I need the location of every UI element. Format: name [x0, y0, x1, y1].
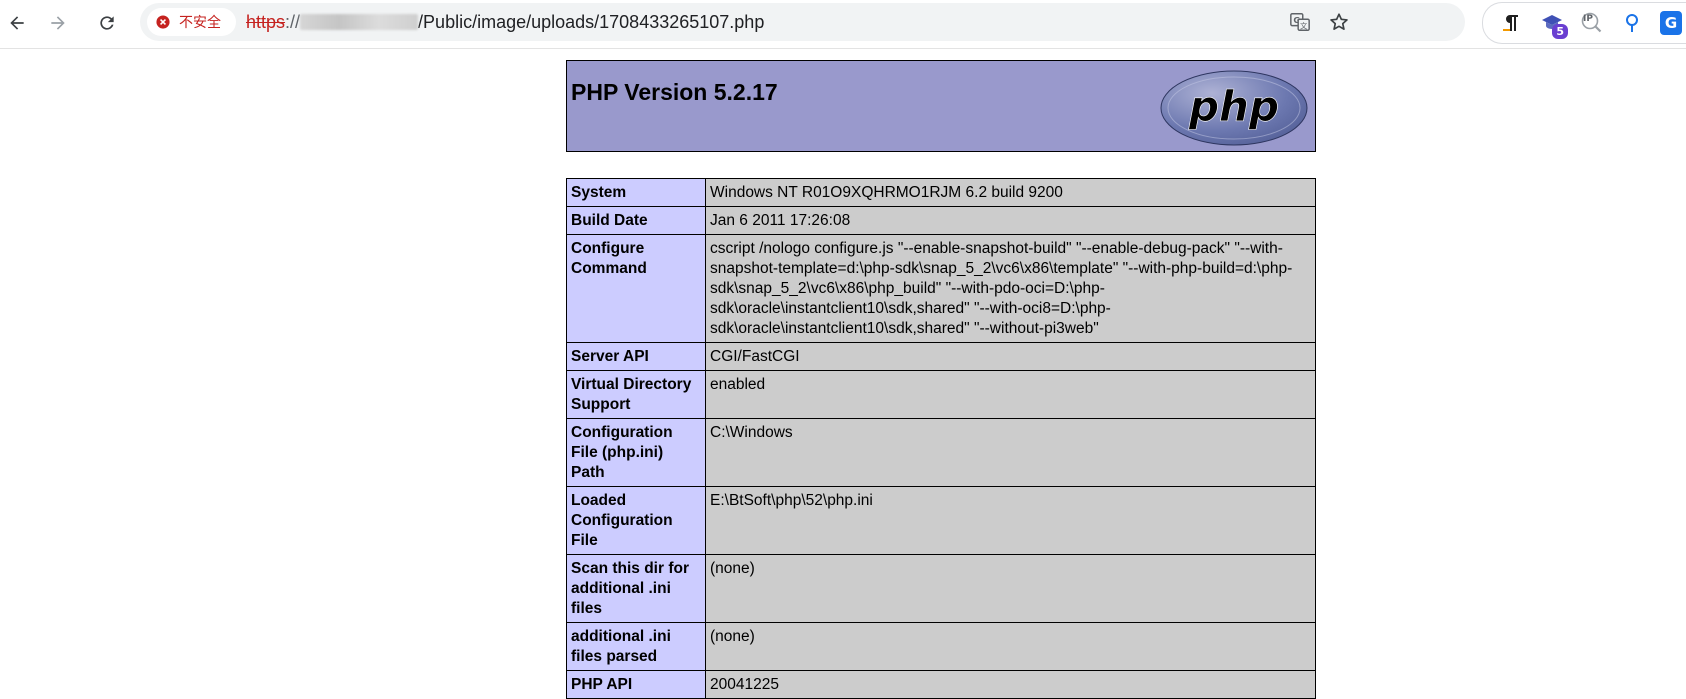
forward-arrow-icon — [51, 16, 65, 30]
row-value: E:\BtSoft\php\52\php.ini — [705, 486, 1316, 555]
address-bar[interactable]: 不安全 https:// /Public/image/uploads/170843… — [140, 3, 1465, 41]
row-key: System — [566, 178, 706, 207]
google-extension-icon[interactable]: G — [1660, 11, 1682, 35]
ip-lookup-extension-icon[interactable]: IP — [1580, 11, 1604, 35]
table-row: System Windows NT R01O9XQHRMO1RJM 6.2 bui… — [566, 178, 1316, 207]
row-value: 20041225 — [705, 670, 1316, 699]
table-row: Scan this dir for additional .ini files(… — [566, 554, 1316, 623]
reload-button[interactable] — [92, 8, 122, 38]
table-row: Configure Command cscript /nologo configu… — [566, 234, 1316, 343]
reload-icon — [100, 16, 114, 30]
google-extension-label: G — [1664, 14, 1678, 32]
table-row: Virtual Directory Support enabled — [566, 370, 1316, 419]
phpinfo-page: PHP Version 5.2.17 php System Windows NT … — [566, 60, 1316, 699]
row-key: Configure Command — [566, 234, 706, 343]
php-version-header: PHP Version 5.2.17 php — [566, 60, 1316, 152]
row-value: CGI/FastCGI — [705, 342, 1316, 371]
table-row: Loaded Configuration File E:\BtSoft\php\5… — [566, 486, 1316, 555]
security-label: 不安全 — [179, 15, 221, 31]
row-key: Server API — [566, 342, 706, 371]
browser-toolbar: 不安全 https:// /Public/image/uploads/170843… — [0, 0, 1686, 49]
url-host-redacted — [300, 14, 419, 30]
table-row: Server API CGI/FastCGI — [566, 342, 1316, 371]
page-title: PHP Version 5.2.17 — [571, 79, 778, 105]
php-logo[interactable]: php — [1159, 69, 1309, 147]
forward-button[interactable] — [43, 8, 73, 38]
row-value: enabled — [705, 370, 1316, 419]
ip-label: IP — [1583, 14, 1593, 24]
security-chip[interactable]: 不安全 — [147, 8, 236, 36]
row-value: (none) — [705, 622, 1316, 671]
star-icon[interactable] — [1328, 11, 1350, 33]
table-row: Configuration File (php.ini) Path C:\Wind… — [566, 418, 1316, 487]
row-key: Scan this dir for additional .ini files — [566, 554, 706, 623]
row-key: Virtual Directory Support — [566, 370, 706, 419]
table-row: PHP API 20041225 — [566, 670, 1316, 699]
back-arrow-icon — [10, 16, 24, 30]
row-key: Configuration File (php.ini) Path — [566, 418, 706, 487]
info-table: System Windows NT R01O9XQHRMO1RJM 6.2 bui… — [566, 178, 1316, 699]
row-value: C:\Windows — [705, 418, 1316, 487]
url-scheme: https — [246, 12, 286, 32]
translate-icon[interactable]: G 文 — [1289, 11, 1311, 33]
graduation-cap-extension-icon[interactable]: 5 — [1540, 11, 1568, 39]
row-key: PHP API — [566, 670, 706, 699]
paragraph-extension-icon[interactable] — [1500, 11, 1524, 35]
back-button[interactable] — [2, 8, 32, 38]
row-value: cscript /nologo configure.js "--enable-s… — [705, 234, 1316, 343]
php-logo-text: php — [1188, 82, 1279, 131]
row-key: additional .ini files parsed — [566, 622, 706, 671]
table-row: additional .ini files parsed (none) — [566, 622, 1316, 671]
url-path: /Public/image/uploads/1708433265107.php — [418, 12, 765, 32]
url-text[interactable]: https:// /Public/image/uploads/1708433265… — [246, 3, 764, 41]
warning-icon — [156, 15, 170, 29]
svg-text:文: 文 — [1300, 21, 1308, 30]
extensions-area: 5 IP G — [1482, 2, 1686, 44]
location-pin-extension-icon[interactable] — [1620, 11, 1644, 35]
table-row: Build Date Jan 6 2011 17:26:08 — [566, 206, 1316, 235]
row-key: Build Date — [566, 206, 706, 235]
extension-badge: 5 — [1552, 24, 1568, 39]
row-value: Jan 6 2011 17:26:08 — [705, 206, 1316, 235]
row-value: (none) — [705, 554, 1316, 623]
row-key: Loaded Configuration File — [566, 486, 706, 555]
row-value: Windows NT R01O9XQHRMO1RJM 6.2 build 920… — [705, 178, 1316, 207]
url-separator: :// — [285, 12, 301, 32]
